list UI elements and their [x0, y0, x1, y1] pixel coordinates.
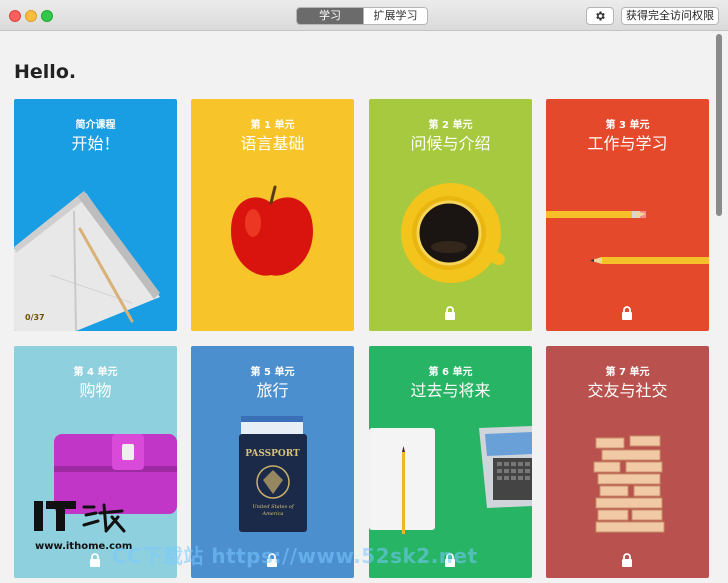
card-title: 问候与介绍	[410, 134, 491, 153]
card-title: 过去与将来	[410, 381, 491, 400]
tab-learn[interactable]: 学习	[297, 8, 363, 24]
tab-extended-learning[interactable]: 扩展学习	[363, 8, 427, 24]
lock-icon	[445, 306, 455, 320]
watermark-download-site: CC下载站 https://www.52sk2.net	[112, 544, 478, 568]
minimize-window-button[interactable]	[25, 10, 37, 22]
passport-label: PASSPORT	[245, 449, 300, 459]
card-title: 开始！	[71, 134, 120, 153]
card-title: 旅行	[256, 381, 289, 400]
card-unit-label: 第 4 单元	[73, 367, 118, 378]
lock-icon	[622, 306, 632, 320]
lock-icon	[622, 553, 632, 567]
lesson-card-unit-1[interactable]: 第 1 单元 语言基础	[191, 99, 354, 331]
card-unit-label: 第 6 单元	[428, 367, 473, 378]
card-title: 工作与学习	[587, 134, 668, 153]
close-window-button[interactable]	[9, 10, 21, 22]
card-unit-label: 第 3 单元	[605, 120, 650, 131]
card-unit-label: 第 5 单元	[250, 367, 295, 378]
lock-icon	[90, 553, 100, 567]
tab-switcher: 学习 扩展学习	[296, 7, 428, 25]
card-unit-label: 简介课程	[75, 120, 116, 131]
card-title: 购物	[79, 381, 112, 400]
lesson-card-unit-2[interactable]: 第 2 单元 问候与介绍	[369, 99, 532, 331]
get-full-access-button[interactable]: 获得完全访问权限	[621, 7, 719, 25]
card-unit-label: 第 2 单元	[428, 120, 473, 131]
lesson-card-unit-3[interactable]: 第 3 单元 工作与学习	[546, 99, 709, 331]
lesson-card-intro[interactable]: 简介课程 开始！ 0/37	[14, 99, 177, 331]
title-bar: 学习 扩展学习 获得完全访问权限	[0, 0, 728, 31]
card-unit-label: 第 1 单元	[250, 120, 295, 131]
card-progress: 0/37	[25, 313, 45, 322]
greeting-heading: Hello.	[14, 61, 77, 83]
settings-button[interactable]	[586, 7, 614, 25]
scrollbar-thumb[interactable]	[716, 34, 722, 216]
gear-icon	[596, 11, 605, 21]
passport-country: United States of America	[252, 504, 294, 517]
card-title: 交友与社交	[587, 381, 668, 400]
app-window: 学习 扩展学习 获得完全访问权限 Hello. 简介课程 开始！ 0/37 第 …	[0, 0, 728, 583]
ithome-logo	[34, 501, 126, 533]
zoom-window-button[interactable]	[41, 10, 53, 22]
card-unit-label: 第 7 单元	[605, 367, 650, 378]
card-title: 语言基础	[240, 134, 305, 153]
lesson-card-unit-7[interactable]: 第 7 单元 交友与社交	[546, 346, 709, 578]
